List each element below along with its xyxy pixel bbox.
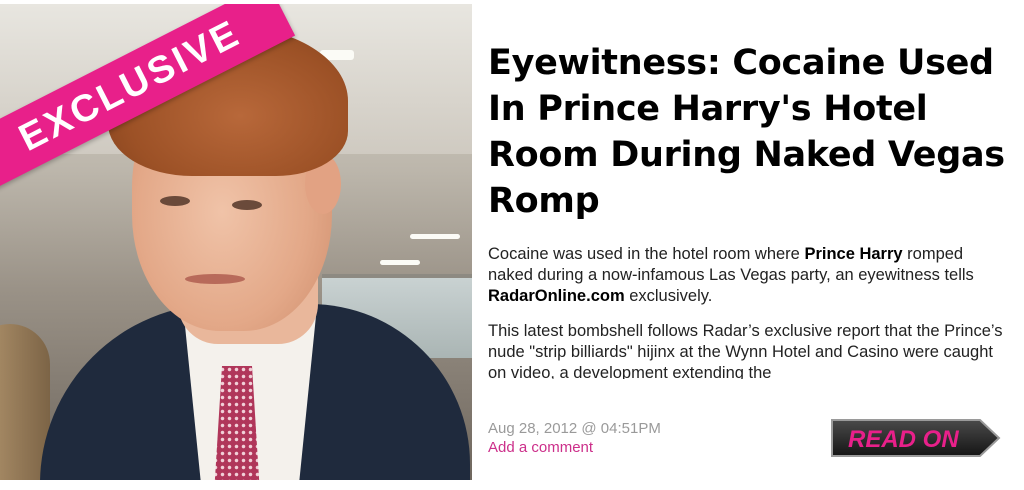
read-on-button[interactable]: READ ON [830, 417, 1002, 459]
mouth [185, 274, 245, 284]
article-photo[interactable]: EXCLUSIVE [0, 4, 472, 480]
article-date: Aug 28, 2012 @ 04:51PM [488, 420, 661, 437]
ceiling-light [380, 260, 420, 265]
article-headline[interactable]: Eyewitness: Cocaine Used In Prince Harry… [488, 40, 1008, 224]
read-on-label: READ ON [848, 426, 959, 453]
ceiling-light [410, 234, 460, 239]
eye [160, 196, 190, 206]
intro-source: RadarOnline.com [488, 287, 625, 305]
article-content: Eyewitness: Cocaine Used In Prince Harry… [488, 40, 1008, 379]
add-comment-link[interactable]: Add a comment [488, 438, 661, 457]
intro-text: Cocaine was used in the hotel room where [488, 245, 805, 263]
article-excerpt: This latest bombshell follows Radar’s ex… [488, 322, 1003, 379]
eye [232, 200, 262, 210]
article-intro: Cocaine was used in the hotel room where… [488, 244, 1008, 307]
read-on-arrow-icon: READ ON [831, 419, 1001, 457]
intro-text: exclusively. [624, 287, 713, 305]
intro-name: Prince Harry [804, 245, 903, 263]
article-meta: Aug 28, 2012 @ 04:51PM Add a comment [488, 419, 661, 457]
